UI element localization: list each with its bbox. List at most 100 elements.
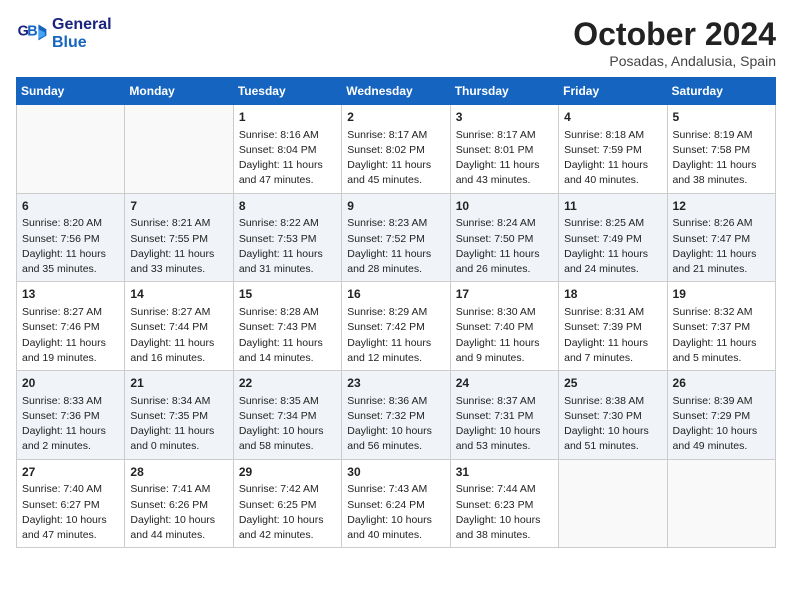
calendar-day-cell: 18Sunrise: 8:31 AMSunset: 7:39 PMDayligh… — [559, 282, 667, 371]
day-number: 9 — [347, 198, 444, 215]
calendar-day-cell: 25 Sunrise: 8:38 AMSunset: 7:30 PMDayligh… — [559, 371, 667, 460]
calendar-day-cell — [17, 105, 125, 194]
day-info: Sunrise: 8:38 AMSunset: 7:30 PMDaylight:… — [564, 394, 661, 455]
calendar-header-row: SundayMondayTuesdayWednesdayThursdayFrid… — [17, 78, 776, 105]
day-info: Sunrise: 8:32 AMSunset: 7:37 PMDaylight:… — [673, 305, 770, 366]
calendar-day-cell: 17 Sunrise: 8:30 AMSunset: 7:40 PMDayligh… — [450, 282, 558, 371]
weekday-header: Wednesday — [342, 78, 450, 105]
day-number: 29 — [239, 464, 336, 481]
logo: G B General Blue — [16, 16, 112, 52]
calendar-table: SundayMondayTuesdayWednesdayThursdayFrid… — [16, 77, 776, 548]
day-info: Sunrise: 8:25 AMSunset: 7:49 PMDaylight:… — [564, 216, 661, 277]
calendar-day-cell: 9Sunrise: 8:23 AMSunset: 7:52 PMDaylight… — [342, 193, 450, 282]
day-number: 19 — [673, 286, 770, 303]
day-info: Sunrise: 8:17 AMSunset: 8:02 PMDaylight:… — [347, 128, 444, 189]
day-number: 10 — [456, 198, 553, 215]
day-number: 7 — [130, 198, 227, 215]
calendar-day-cell — [559, 459, 667, 548]
day-info: Sunrise: 7:43 AMSunset: 6:24 PMDaylight:… — [347, 482, 444, 543]
calendar-day-cell: 19 Sunrise: 8:32 AMSunset: 7:37 PMDayligh… — [667, 282, 775, 371]
day-number: 16 — [347, 286, 444, 303]
day-info: Sunrise: 7:41 AMSunset: 6:26 PMDaylight:… — [130, 482, 227, 543]
calendar-day-cell: 21 Sunrise: 8:34 AMSunset: 7:35 PMDayligh… — [125, 371, 233, 460]
day-number: 31 — [456, 464, 553, 481]
day-number: 1 — [239, 109, 336, 126]
calendar-day-cell: 15 Sunrise: 8:28 AMSunset: 7:43 PMDayligh… — [233, 282, 341, 371]
day-number: 30 — [347, 464, 444, 481]
day-info: Sunrise: 8:20 AMSunset: 7:56 PMDaylight:… — [22, 216, 119, 277]
calendar-day-cell: 16 Sunrise: 8:29 AMSunset: 7:42 PMDayligh… — [342, 282, 450, 371]
calendar-day-cell: 14Sunrise: 8:27 AMSunset: 7:44 PMDayligh… — [125, 282, 233, 371]
day-info: Sunrise: 8:19 AMSunset: 7:58 PMDaylight:… — [673, 128, 770, 189]
calendar-day-cell: 12Sunrise: 8:26 AMSunset: 7:47 PMDayligh… — [667, 193, 775, 282]
calendar-day-cell: 8Sunrise: 8:22 AMSunset: 7:53 PMDaylight… — [233, 193, 341, 282]
calendar-day-cell: 28Sunrise: 7:41 AMSunset: 6:26 PMDayligh… — [125, 459, 233, 548]
day-number: 21 — [130, 375, 227, 392]
logo-line2: Blue — [52, 34, 112, 52]
calendar-week-row: 20Sunrise: 8:33 AMSunset: 7:36 PMDayligh… — [17, 371, 776, 460]
day-info: Sunrise: 7:40 AMSunset: 6:27 PMDaylight:… — [22, 482, 119, 543]
day-number: 17 — [456, 286, 553, 303]
day-info: Sunrise: 8:22 AMSunset: 7:53 PMDaylight:… — [239, 216, 336, 277]
month-title: October 2024 — [573, 16, 776, 53]
calendar-week-row: 13 Sunrise: 8:27 AMSunset: 7:46 PMDayligh… — [17, 282, 776, 371]
day-number: 12 — [673, 198, 770, 215]
calendar-day-cell: 4Sunrise: 8:18 AMSunset: 7:59 PMDaylight… — [559, 105, 667, 194]
day-info: Sunrise: 8:17 AMSunset: 8:01 PMDaylight:… — [456, 128, 553, 189]
day-info: Sunrise: 8:29 AMSunset: 7:42 PMDaylight:… — [347, 305, 444, 366]
calendar-day-cell: 22Sunrise: 8:35 AMSunset: 7:34 PMDayligh… — [233, 371, 341, 460]
calendar-day-cell: 30Sunrise: 7:43 AMSunset: 6:24 PMDayligh… — [342, 459, 450, 548]
calendar-day-cell — [125, 105, 233, 194]
calendar-week-row: 1 Sunrise: 8:16 AMSunset: 8:04 PMDaylight… — [17, 105, 776, 194]
day-number: 8 — [239, 198, 336, 215]
logo-line1: General — [52, 16, 112, 34]
day-number: 5 — [673, 109, 770, 126]
day-number: 23 — [347, 375, 444, 392]
day-info: Sunrise: 8:34 AMSunset: 7:35 PMDaylight:… — [130, 394, 227, 455]
location-subtitle: Posadas, Andalusia, Spain — [573, 53, 776, 69]
day-number: 6 — [22, 198, 119, 215]
calendar-day-cell: 29Sunrise: 7:42 AMSunset: 6:25 PMDayligh… — [233, 459, 341, 548]
title-block: October 2024 Posadas, Andalusia, Spain — [573, 16, 776, 69]
day-info: Sunrise: 8:35 AMSunset: 7:34 PMDaylight:… — [239, 394, 336, 455]
day-info: Sunrise: 7:42 AMSunset: 6:25 PMDaylight:… — [239, 482, 336, 543]
calendar-day-cell: 5 Sunrise: 8:19 AMSunset: 7:58 PMDaylight… — [667, 105, 775, 194]
day-number: 27 — [22, 464, 119, 481]
day-info: Sunrise: 8:24 AMSunset: 7:50 PMDaylight:… — [456, 216, 553, 277]
calendar-day-cell: 6Sunrise: 8:20 AMSunset: 7:56 PMDaylight… — [17, 193, 125, 282]
day-info: Sunrise: 8:27 AMSunset: 7:46 PMDaylight:… — [22, 305, 119, 366]
day-number: 26 — [673, 375, 770, 392]
day-info: Sunrise: 8:23 AMSunset: 7:52 PMDaylight:… — [347, 216, 444, 277]
day-info: Sunrise: 8:21 AMSunset: 7:55 PMDaylight:… — [130, 216, 227, 277]
day-info: Sunrise: 8:36 AMSunset: 7:32 PMDaylight:… — [347, 394, 444, 455]
day-info: Sunrise: 8:30 AMSunset: 7:40 PMDaylight:… — [456, 305, 553, 366]
calendar-day-cell: 20Sunrise: 8:33 AMSunset: 7:36 PMDayligh… — [17, 371, 125, 460]
day-info: Sunrise: 8:16 AMSunset: 8:04 PMDaylight:… — [239, 128, 336, 189]
calendar-day-cell: 23 Sunrise: 8:36 AMSunset: 7:32 PMDayligh… — [342, 371, 450, 460]
day-info: Sunrise: 8:31 AMSunset: 7:39 PMDaylight:… — [564, 305, 661, 366]
weekday-header: Sunday — [17, 78, 125, 105]
weekday-header: Saturday — [667, 78, 775, 105]
day-number: 11 — [564, 198, 661, 215]
day-info: Sunrise: 8:28 AMSunset: 7:43 PMDaylight:… — [239, 305, 336, 366]
svg-text:B: B — [27, 24, 37, 40]
weekday-header: Monday — [125, 78, 233, 105]
logo-icon: G B — [16, 18, 48, 50]
calendar-day-cell: 27Sunrise: 7:40 AMSunset: 6:27 PMDayligh… — [17, 459, 125, 548]
calendar-day-cell: 24Sunrise: 8:37 AMSunset: 7:31 PMDayligh… — [450, 371, 558, 460]
calendar-day-cell: 3Sunrise: 8:17 AMSunset: 8:01 PMDaylight… — [450, 105, 558, 194]
calendar-day-cell: 1 Sunrise: 8:16 AMSunset: 8:04 PMDaylight… — [233, 105, 341, 194]
calendar-day-cell: 31Sunrise: 7:44 AMSunset: 6:23 PMDayligh… — [450, 459, 558, 548]
weekday-header: Friday — [559, 78, 667, 105]
day-info: Sunrise: 7:44 AMSunset: 6:23 PMDaylight:… — [456, 482, 553, 543]
day-info: Sunrise: 8:39 AMSunset: 7:29 PMDaylight:… — [673, 394, 770, 455]
day-number: 13 — [22, 286, 119, 303]
day-number: 28 — [130, 464, 227, 481]
calendar-day-cell: 13 Sunrise: 8:27 AMSunset: 7:46 PMDayligh… — [17, 282, 125, 371]
calendar-week-row: 6Sunrise: 8:20 AMSunset: 7:56 PMDaylight… — [17, 193, 776, 282]
day-number: 24 — [456, 375, 553, 392]
day-number: 25 — [564, 375, 661, 392]
day-info: Sunrise: 8:26 AMSunset: 7:47 PMDaylight:… — [673, 216, 770, 277]
calendar-week-row: 27Sunrise: 7:40 AMSunset: 6:27 PMDayligh… — [17, 459, 776, 548]
day-number: 15 — [239, 286, 336, 303]
